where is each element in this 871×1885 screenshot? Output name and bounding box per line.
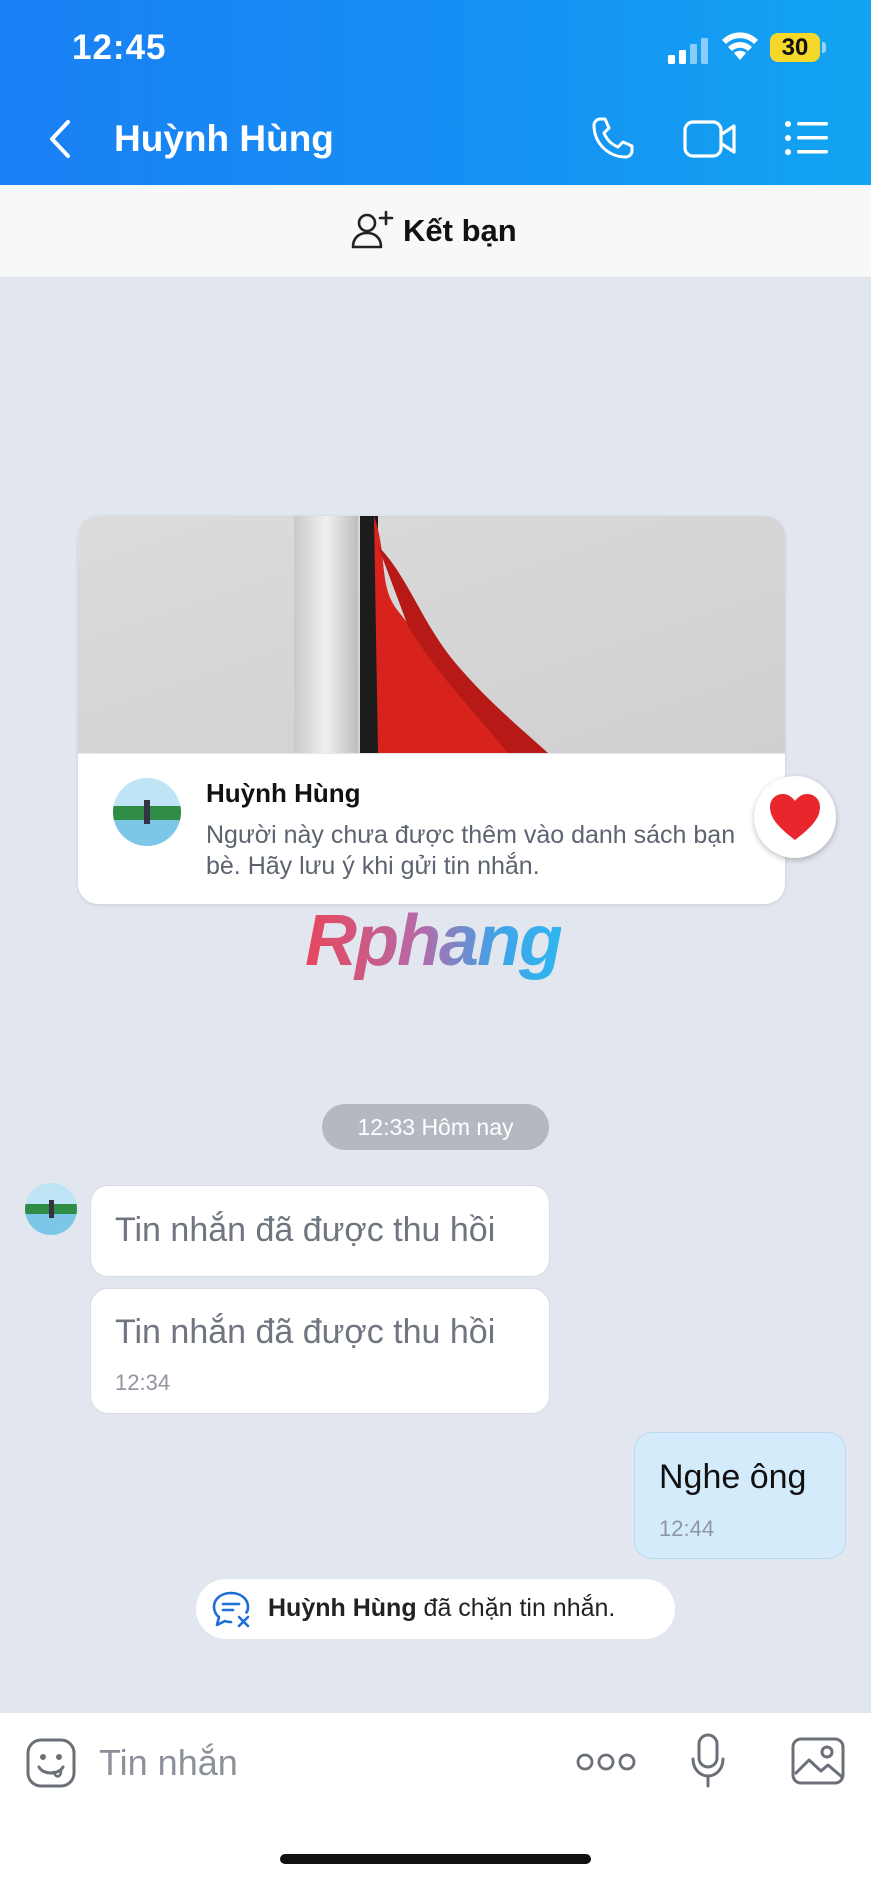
message-time: 12:34 bbox=[115, 1370, 171, 1395]
add-friend-icon[interactable] bbox=[350, 210, 394, 250]
card-name: Huỳnh Hùng bbox=[206, 778, 361, 808]
watermark-logo: Rphang bbox=[305, 901, 563, 981]
cover-photo bbox=[78, 516, 785, 753]
avatar[interactable] bbox=[113, 778, 181, 846]
cellular-signal-icon bbox=[668, 38, 708, 64]
blocked-notice-message: đã chặn tin nhắn. bbox=[416, 1594, 616, 1622]
chat-title[interactable]: Huỳnh Hùng bbox=[114, 118, 334, 160]
sent-message-text: Nghe ông bbox=[659, 1458, 807, 1496]
card-warning-note: Người này chưa được thêm vào danh sách b… bbox=[206, 821, 736, 880]
time-divider: 12:33 Hôm nay bbox=[322, 1104, 549, 1150]
chevron-left-icon[interactable] bbox=[44, 118, 74, 160]
blocked-by-name: Huỳnh Hùng bbox=[268, 1594, 417, 1622]
more-dots-icon[interactable] bbox=[576, 1750, 636, 1774]
message-time: 12:44 bbox=[659, 1516, 715, 1541]
recalled-message-text: Tin nhắn đã được thu hồi bbox=[115, 1313, 496, 1351]
blocked-notice-text: Huỳnh Hùng đã chặn tin nhắn. bbox=[268, 1594, 615, 1623]
list-menu-icon[interactable] bbox=[784, 119, 830, 157]
status-time: 12:45 bbox=[72, 28, 167, 67]
heart-icon[interactable] bbox=[768, 792, 822, 842]
sender-avatar[interactable] bbox=[25, 1183, 77, 1235]
phone-icon[interactable] bbox=[590, 115, 636, 161]
card-divider bbox=[78, 753, 785, 754]
home-indicator bbox=[280, 1854, 591, 1864]
add-friend-label[interactable]: Kết bạn bbox=[403, 213, 517, 249]
message-blocked-icon bbox=[212, 1591, 250, 1628]
microphone-icon[interactable] bbox=[690, 1733, 726, 1789]
image-icon[interactable] bbox=[790, 1736, 846, 1786]
video-camera-icon[interactable] bbox=[682, 118, 738, 160]
sticker-face-icon[interactable] bbox=[25, 1737, 77, 1789]
message-input[interactable]: Tin nhắn bbox=[99, 1742, 238, 1784]
battery-cap bbox=[822, 42, 826, 53]
battery-level: 30 bbox=[781, 34, 809, 61]
wifi-icon bbox=[722, 32, 758, 60]
recalled-message-text: Tin nhắn đã được thu hồi bbox=[115, 1211, 496, 1249]
